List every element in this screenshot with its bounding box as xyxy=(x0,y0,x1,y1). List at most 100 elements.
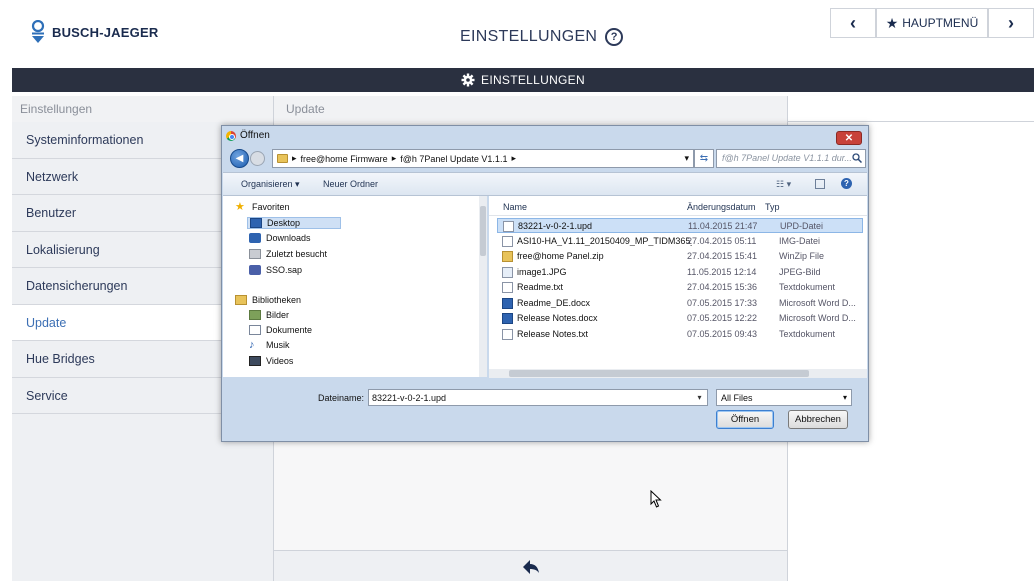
horizontal-scrollbar-thumb[interactable] xyxy=(509,370,809,377)
preview-pane-icon[interactable] xyxy=(815,179,825,189)
nav-recent[interactable]: Zuletzt besucht xyxy=(249,249,327,259)
file-row[interactable]: image1.JPG 11.05.2015 12:14 JPEG-Bild xyxy=(497,265,863,280)
nav-back-button[interactable]: ‹ xyxy=(830,8,876,38)
file-row[interactable]: Release Notes.docx 07.05.2015 12:22 Micros… xyxy=(497,311,863,326)
nav-downloads[interactable]: Downloads xyxy=(249,233,311,243)
chevron-down-icon[interactable]: ▾ xyxy=(684,153,693,164)
file-name: Release Notes.txt xyxy=(517,328,589,339)
back-arrow-icon[interactable] xyxy=(523,560,539,574)
busch-jaeger-logo-icon xyxy=(31,20,45,43)
breadcrumb-page: Update xyxy=(274,96,788,122)
new-folder-button[interactable]: Neuer Ordner xyxy=(323,179,378,189)
file-type-value: All Files xyxy=(721,393,753,403)
file-name: image1.JPG xyxy=(517,266,567,277)
gear-icon xyxy=(461,73,475,87)
help-icon[interactable]: ? xyxy=(841,178,852,189)
address-segment[interactable]: f@h 7Panel Update V1.1.1 xyxy=(400,154,507,164)
nav-libraries[interactable]: Bibliotheken xyxy=(235,295,301,305)
main-menu-button[interactable]: ★ HAUPTMENÜ xyxy=(876,8,988,38)
nav-label: Desktop xyxy=(267,218,301,228)
chevron-down-icon: ▾ xyxy=(842,393,847,402)
address-row: ◀ ▸ free@home Firmware ▸ f@h 7Panel Upda… xyxy=(228,148,866,170)
file-row[interactable]: free@home Panel.zip 27.04.2015 15:41 WinZi… xyxy=(497,249,863,264)
file-date: 27.04.2015 15:41 xyxy=(687,251,758,261)
downloads-icon xyxy=(249,233,261,243)
nav-label: Zuletzt besucht xyxy=(266,249,328,259)
chevron-down-icon[interactable]: ▾ xyxy=(691,389,708,406)
nav-desktop[interactable]: Desktop xyxy=(247,217,342,229)
chevron-left-icon: ‹ xyxy=(850,12,856,33)
organize-menu[interactable]: Organisieren ▾ xyxy=(241,179,300,190)
file-name: ASI10-HA_V1.11_20150409_MP_TIDM365_... xyxy=(517,235,692,246)
nav-favorites[interactable]: ★ Favoriten xyxy=(235,201,290,213)
recent-places-icon xyxy=(249,249,261,259)
file-row[interactable]: Release Notes.txt 07.05.2015 09:43 Textdok… xyxy=(497,327,863,342)
view-options-icon[interactable]: ☷ ▾ xyxy=(776,179,791,190)
nav-forward-button[interactable]: › xyxy=(988,8,1034,38)
nav-documents[interactable]: Dokumente xyxy=(249,325,312,335)
file-type: UPD-Datei xyxy=(780,221,824,231)
nav-sso[interactable]: SSO.sap xyxy=(249,265,302,275)
column-name[interactable]: Name xyxy=(503,202,527,212)
help-icon[interactable]: ? xyxy=(605,28,624,46)
address-bar[interactable]: ▸ free@home Firmware ▸ f@h 7Panel Update… xyxy=(272,149,694,168)
column-type[interactable]: Typ xyxy=(765,202,780,212)
file-icon xyxy=(502,251,513,262)
file-date: 07.05.2015 12:22 xyxy=(687,313,758,323)
videos-icon xyxy=(249,356,261,366)
file-row[interactable]: ASI10-HA_V1.11_20150409_MP_TIDM365_... 27… xyxy=(497,234,863,249)
file-icon xyxy=(502,328,513,340)
search-placeholder: f@h 7Panel Update V1.1.1 dur... xyxy=(722,153,852,163)
file-icon xyxy=(502,266,513,278)
nav-scrollbar[interactable] xyxy=(479,196,487,377)
file-type: Textdokument xyxy=(779,282,836,292)
file-name: Readme_DE.docx xyxy=(517,297,591,308)
refresh-button[interactable]: ⇆ xyxy=(694,149,714,168)
file-row[interactable]: 83221-v-0-2-1.upd 11.04.2015 21:47 UPD-Dat… xyxy=(497,218,863,233)
nav-label: Downloads xyxy=(266,233,311,243)
desktop-icon xyxy=(250,218,262,228)
dialog-toolbar: Organisieren ▾ Neuer Ordner ☷ ▾ ? xyxy=(223,172,867,196)
file-open-dialog: Öffnen ✕ ◀ ▸ free@home Firmware ▸ f@h 7P… xyxy=(221,125,869,442)
file-name: free@home Panel.zip xyxy=(517,251,604,261)
pictures-icon xyxy=(249,310,261,320)
close-button[interactable]: ✕ xyxy=(836,131,862,145)
file-row[interactable]: Readme.txt 27.04.2015 15:36 Textdokument xyxy=(497,280,863,295)
chevron-right-icon: › xyxy=(1008,12,1014,33)
file-type: WinZip File xyxy=(779,251,825,261)
star-icon: ★ xyxy=(235,201,245,213)
file-icon xyxy=(502,282,513,293)
breadcrumb: Einstellungen Update xyxy=(12,96,1034,122)
file-row[interactable]: Readme_DE.docx 07.05.2015 17:33 Microsoft … xyxy=(497,296,863,311)
documents-icon xyxy=(249,325,261,335)
nav-pictures[interactable]: Bilder xyxy=(249,310,289,320)
nav-music[interactable]: ♪ Musik xyxy=(249,340,290,351)
nav-label: Favoriten xyxy=(252,202,290,212)
dialog-back-button[interactable]: ◀ xyxy=(230,149,249,168)
column-date[interactable]: Änderungsdatum xyxy=(687,202,756,212)
section-title: EINSTELLUNGEN xyxy=(481,73,585,87)
search-icon xyxy=(852,153,862,163)
file-type-select[interactable]: All Files ▾ xyxy=(716,389,852,406)
file-type: Microsoft Word D... xyxy=(779,297,856,308)
horizontal-scrollbar[interactable] xyxy=(489,369,867,378)
search-input[interactable]: f@h 7Panel Update V1.1.1 dur... xyxy=(716,149,866,168)
bottom-bar xyxy=(274,550,788,581)
address-segment[interactable]: free@home Firmware xyxy=(301,154,388,164)
breadcrumb-section: Einstellungen xyxy=(12,96,274,122)
file-date: 27.04.2015 05:11 xyxy=(687,235,757,246)
chevron-right-icon: ▸ xyxy=(511,153,516,163)
open-button[interactable]: Öffnen xyxy=(716,410,774,429)
dialog-forward-button[interactable] xyxy=(250,151,265,166)
cancel-button[interactable]: Abbrechen xyxy=(788,410,848,429)
libraries-icon xyxy=(235,295,247,305)
dialog-title-text: Öffnen xyxy=(240,130,270,141)
chrome-icon xyxy=(226,130,236,141)
nav-scrollbar-thumb[interactable] xyxy=(480,206,486,256)
nav-label: Musik xyxy=(266,340,290,350)
file-type: Microsoft Word D... xyxy=(779,313,856,323)
nav-videos[interactable]: Videos xyxy=(249,356,293,366)
nav-label: Videos xyxy=(266,356,294,366)
brand-name: BUSCH-JAEGER xyxy=(52,24,159,40)
filename-input[interactable]: 83221-v-0-2-1.upd xyxy=(368,389,708,406)
